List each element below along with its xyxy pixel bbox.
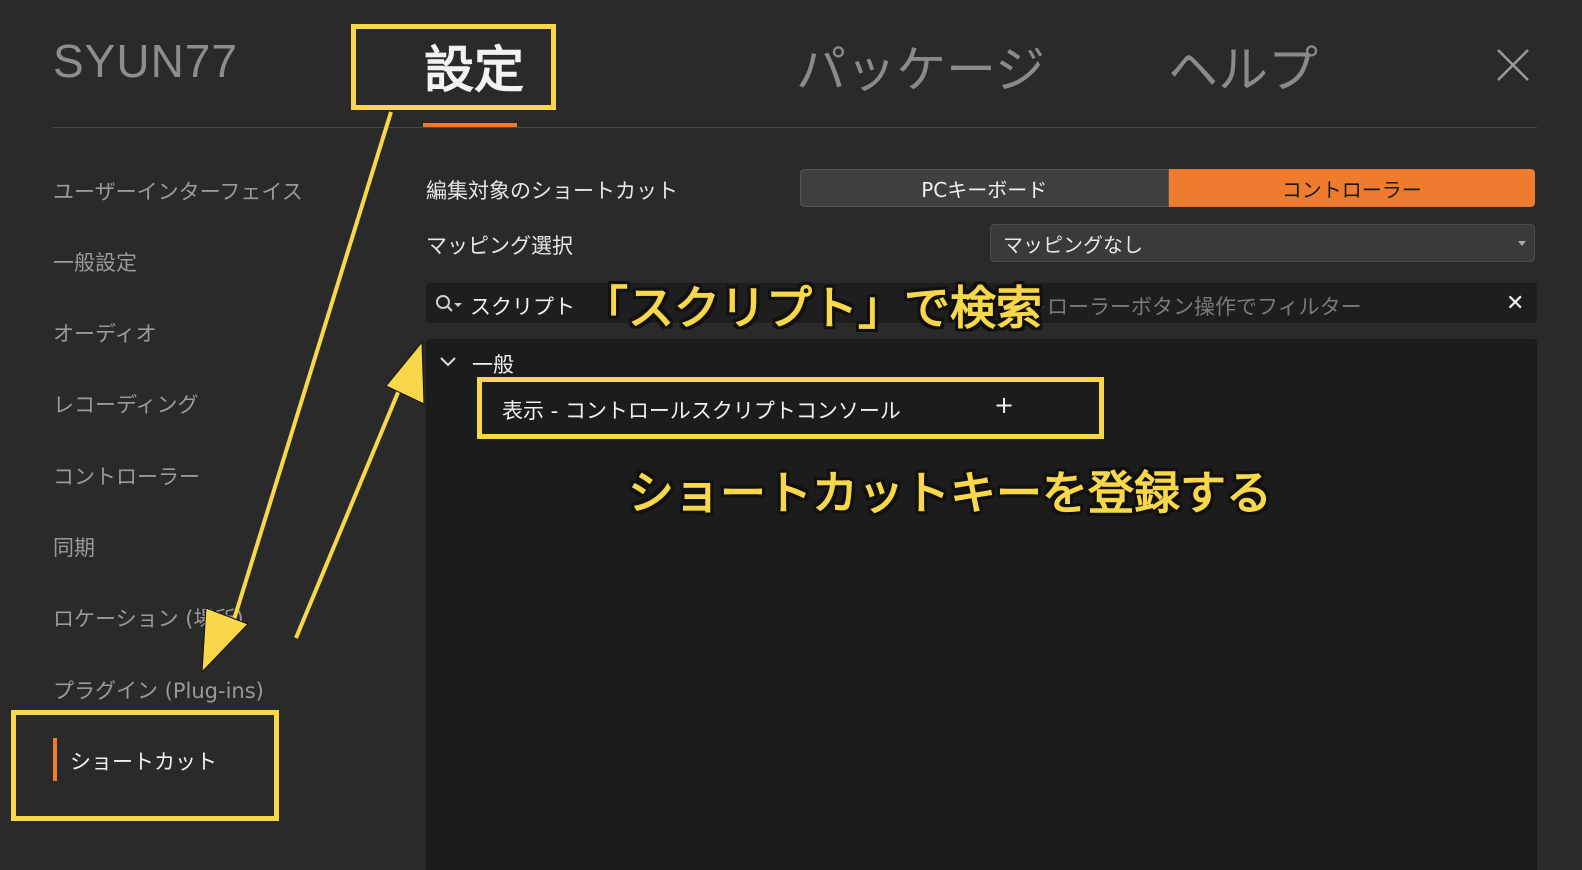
annotation-search-note: 「スクリプト」で検索 — [582, 281, 1042, 335]
annotation-register-note: ショートカットキーを登録する — [628, 466, 1272, 520]
annotation-arrows — [201, 111, 425, 674]
